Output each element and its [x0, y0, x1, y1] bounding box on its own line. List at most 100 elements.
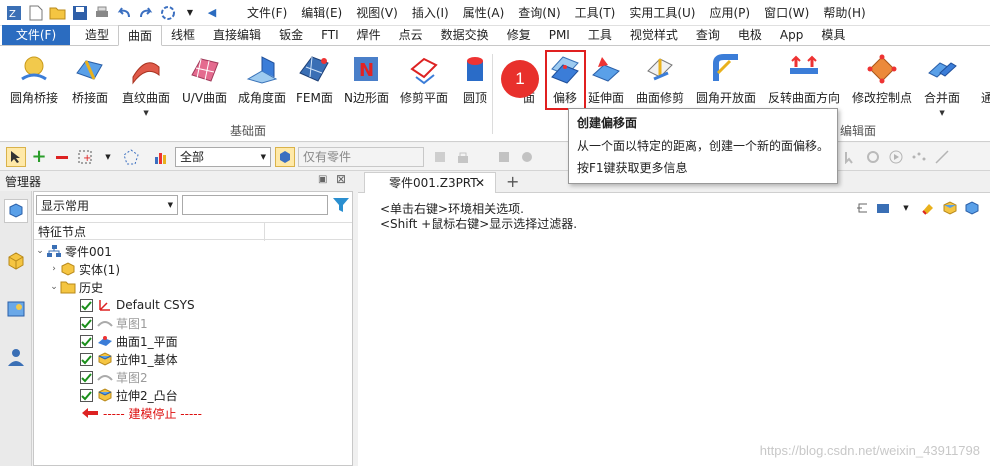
bridge-surface-button[interactable]: 桥接面 [72, 52, 108, 122]
tab-data-exchange[interactable]: 数据交换 [432, 25, 498, 45]
undo-icon[interactable] [114, 3, 134, 23]
menu-file[interactable]: 文件(F) [240, 0, 294, 26]
merge-surface-button[interactable]: 合并面 ▼ [924, 52, 960, 122]
document-tab[interactable]: 零件001.Z3PRT ✕ [364, 172, 496, 193]
tree-node-sketch2[interactable]: 草图2 [34, 368, 352, 386]
close-panel-icon[interactable]: ⊠ [336, 172, 346, 186]
tab-weldment[interactable]: 焊件 [348, 25, 390, 45]
rotate-view-icon[interactable] [158, 3, 178, 23]
save-icon[interactable] [70, 3, 90, 23]
tree-node-modeling-stop[interactable]: ----- 建模停止 ----- [34, 404, 352, 422]
polygon-select-icon[interactable] [121, 147, 141, 167]
eraser-icon[interactable] [918, 199, 938, 217]
remove-icon[interactable] [52, 147, 72, 167]
close-tab-icon[interactable]: ✕ [475, 173, 485, 193]
filter-option-icon[interactable] [430, 147, 450, 167]
print-icon[interactable] [92, 3, 112, 23]
fillet-bridge-button[interactable]: 圆角桥接 [10, 52, 58, 122]
tab-query[interactable]: 查询 [687, 25, 729, 45]
select-dropdown-icon[interactable]: ▼ [98, 147, 118, 167]
tab-electrode[interactable]: 电极 [729, 25, 771, 45]
ruled-surface-dropdown-icon[interactable]: ▼ [143, 109, 148, 117]
app-logo-icon[interactable]: Z [4, 3, 24, 23]
tree-node-sketch1[interactable]: 草图1 [34, 314, 352, 332]
toolbar-tool-icon[interactable] [840, 147, 860, 167]
dropdown-arrow-icon[interactable]: ▼ [180, 3, 200, 23]
menu-insert[interactable]: 插入(I) [405, 0, 456, 26]
tab-app[interactable]: App [771, 25, 812, 45]
collapse-chevron-icon[interactable]: ⌄ [48, 282, 60, 292]
tab-fti[interactable]: FTI [312, 25, 348, 45]
overflow-button[interactable]: 通 [970, 52, 990, 122]
pick-arrow-icon[interactable] [6, 146, 26, 167]
visibility-checkbox[interactable] [80, 298, 93, 312]
selection-filter-combo[interactable]: 全部 ▼ [175, 146, 271, 167]
menu-tools[interactable]: 工具(T) [568, 0, 623, 26]
view-dropdown-icon[interactable]: ▼ [896, 199, 916, 217]
new-file-icon[interactable] [26, 3, 46, 23]
manager-search-input[interactable] [182, 195, 328, 215]
back-view-icon[interactable] [852, 199, 872, 217]
cube-view-icon[interactable] [940, 199, 960, 217]
tree-node-history[interactable]: ⌄ 历史 [34, 278, 352, 296]
toolbar-tool-icon[interactable] [517, 147, 537, 167]
modify-control-points-button[interactable]: 修改控制点 [852, 52, 912, 122]
redo-icon[interactable] [136, 3, 156, 23]
tab-modeling[interactable]: 造型 [76, 25, 118, 45]
toolbar-tool-icon[interactable] [863, 147, 883, 167]
tab-tools[interactable]: 工具 [579, 25, 621, 45]
menu-attribute[interactable]: 属性(A) [456, 0, 512, 26]
menu-query[interactable]: 查询(N) [511, 0, 567, 26]
uv-surface-button[interactable]: U/V曲面 [182, 52, 227, 122]
tab-file[interactable]: 文件(F) [2, 25, 70, 45]
menu-help[interactable]: 帮助(H) [816, 0, 872, 26]
filter-colors-icon[interactable] [152, 147, 172, 167]
collapse-arrow-icon[interactable]: ◀ [202, 3, 222, 23]
play-icon[interactable] [886, 147, 906, 167]
merge-surface-dropdown-icon[interactable]: ▼ [939, 109, 944, 117]
expand-chevron-icon[interactable]: › [48, 264, 60, 274]
dome-button[interactable]: 圆顶 [458, 52, 492, 122]
part-filter-icon[interactable] [275, 146, 295, 167]
menu-edit[interactable]: 编辑(E) [294, 0, 349, 26]
visibility-checkbox[interactable] [80, 334, 93, 348]
angled-surface-button[interactable]: 成角度面 [238, 52, 286, 122]
render-style-icon[interactable] [962, 199, 982, 217]
menu-view[interactable]: 视图(V) [349, 0, 405, 26]
menu-apps[interactable]: 应用(P) [703, 0, 758, 26]
pin-panel-icon[interactable]: ▣ [318, 174, 327, 185]
view-orientation-icon[interactable] [874, 199, 894, 217]
visibility-checkbox[interactable] [80, 316, 93, 330]
add-icon[interactable]: + [29, 146, 49, 167]
part-filter-combo[interactable]: 仅有零件 [298, 146, 424, 167]
tab-repair[interactable]: 修复 [498, 25, 540, 45]
visibility-checkbox[interactable] [80, 370, 93, 384]
tree-node-csys[interactable]: Default CSYS [34, 296, 352, 314]
menu-window[interactable]: 窗口(W) [757, 0, 816, 26]
tab-point-cloud[interactable]: 点云 [390, 25, 432, 45]
fem-surface-button[interactable]: FEM面 [296, 52, 333, 122]
ruled-surface-button[interactable]: 直纹曲面 ▼ [122, 52, 170, 122]
tab-wireframe[interactable]: 线框 [162, 25, 204, 45]
tree-node-part[interactable]: ⌄ 零件001 [34, 242, 352, 260]
tab-direct-edit[interactable]: 直接编辑 [204, 25, 270, 45]
tab-mold[interactable]: 模具 [812, 25, 854, 45]
tree-node-surface1[interactable]: 曲面1_平面 [34, 332, 352, 350]
line-tool-icon[interactable] [932, 147, 952, 167]
new-tab-icon[interactable]: + [506, 171, 519, 193]
n-sided-surface-button[interactable]: N N边形面 [344, 52, 389, 122]
box-select-icon[interactable]: + [75, 147, 95, 167]
tab-sheetmetal[interactable]: 钣金 [270, 25, 312, 45]
display-filter-combo[interactable]: 显示常用 ▼ [36, 195, 178, 215]
tab-visual-style[interactable]: 视觉样式 [621, 25, 687, 45]
tab-surface[interactable]: 曲面 [118, 25, 163, 46]
lock-filter-icon[interactable] [453, 147, 473, 167]
toolbar-tool-icon[interactable] [494, 147, 514, 167]
visibility-checkbox[interactable] [80, 388, 93, 402]
collapse-chevron-icon[interactable]: ⌄ [34, 246, 46, 256]
tab-pmi[interactable]: PMI [540, 25, 579, 45]
tree-node-solid[interactable]: › 实体(1) [34, 260, 352, 278]
visibility-checkbox[interactable] [80, 352, 93, 366]
menu-utilities[interactable]: 实用工具(U) [622, 0, 702, 26]
trim-plane-button[interactable]: 修剪平面 [400, 52, 448, 122]
